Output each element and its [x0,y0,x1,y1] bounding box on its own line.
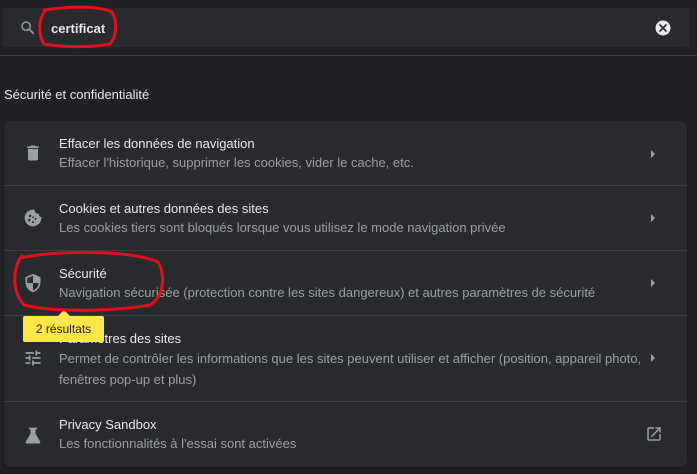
clear-browsing-data-row[interactable]: Effacer les données de navigation Efface… [4,121,687,185]
row-title: Privacy Sandbox [59,417,157,432]
search-results-badge: 2 résultats [23,316,104,342]
row-title: Effacer les données de navigation [59,136,255,151]
chevron-right-icon [651,214,655,222]
chevron-right-icon [651,150,655,158]
search-bar [3,8,689,47]
header-divider [0,55,697,56]
clear-search-icon[interactable] [654,19,672,37]
search-icon [21,21,35,35]
row-title: Sécurité [59,266,107,281]
chevron-right-icon [651,279,655,287]
cookie-icon [24,209,42,227]
external-link-icon[interactable] [645,425,663,443]
section-title: Sécurité et confidentialité [4,87,150,102]
cookies-row[interactable]: Cookies et autres données des sites Les … [4,185,687,250]
sliders-icon [25,350,41,366]
security-row[interactable]: Sécurité Navigation sécurisée (protectio… [4,250,687,315]
privacy-sandbox-row[interactable]: Privacy Sandbox Les fonctionnalités à l'… [4,401,687,467]
row-subtitle: Effacer l'historique, supprimer les cook… [59,155,414,170]
shield-icon [25,273,41,293]
chevron-right-icon [651,354,655,362]
row-subtitle: Permet de contrôler les informations que… [59,351,642,387]
privacy-settings-card: Effacer les données de navigation Efface… [4,121,687,467]
trash-icon [27,145,39,161]
site-settings-row[interactable]: Paramètres des sites Permet de contrôler… [4,315,687,401]
row-subtitle: Navigation sécurisée (protection contre … [59,285,596,300]
search-input[interactable] [51,17,611,39]
row-title: Cookies et autres données des sites [59,201,269,216]
flask-icon [25,427,41,444]
row-subtitle: Les fonctionnalités à l'essai sont activ… [59,436,297,451]
row-subtitle: Les cookies tiers sont bloqués lorsque v… [59,220,506,235]
